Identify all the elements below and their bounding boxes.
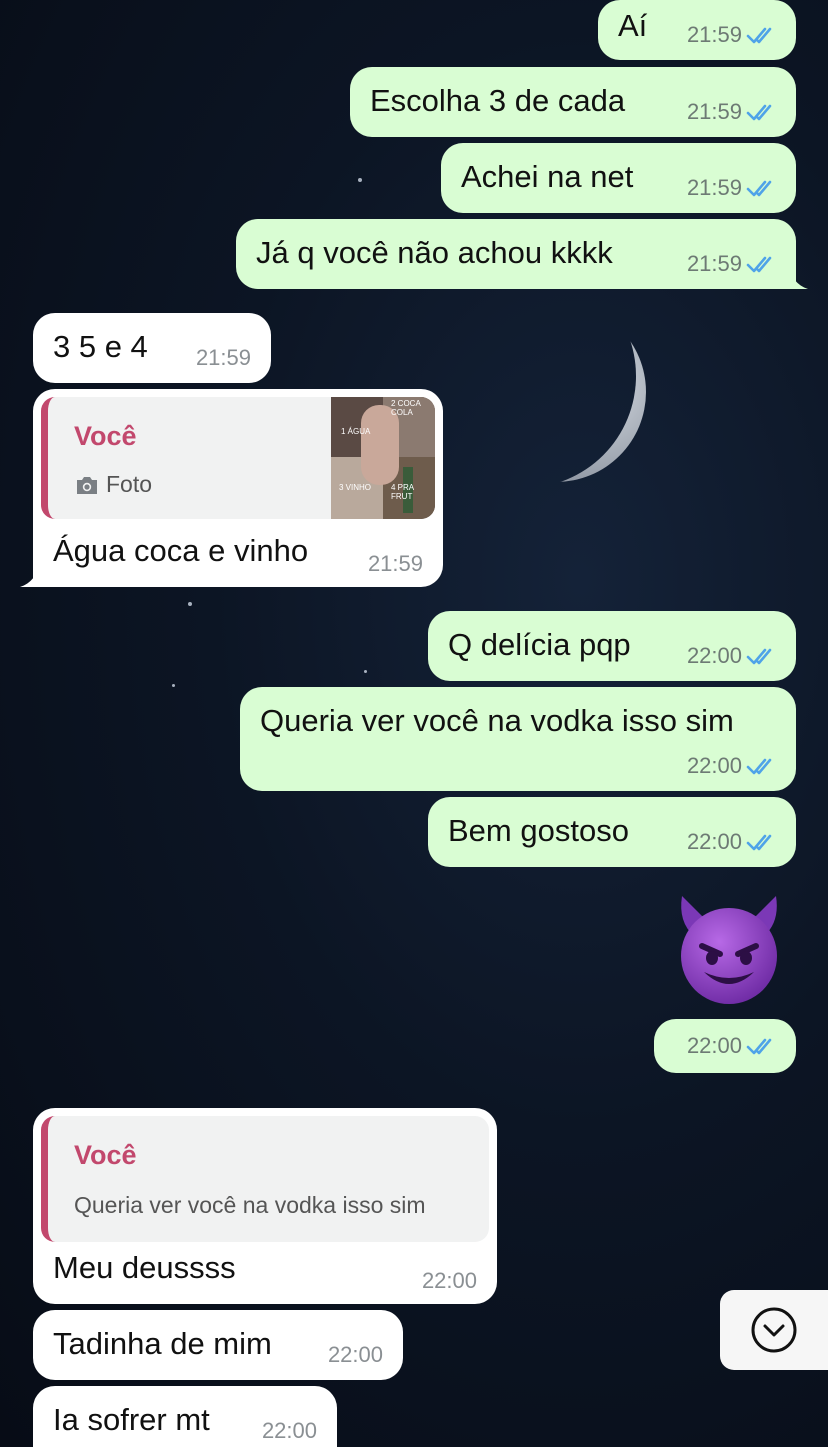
- star: [364, 670, 367, 673]
- message-bubble-outgoing-meta[interactable]: 22:00: [654, 1019, 796, 1073]
- double-check-read-icon: [746, 758, 772, 775]
- message-meta: 22:00: [262, 1418, 317, 1444]
- camera-icon: [77, 476, 97, 494]
- message-bubble-incoming-reply[interactable]: Você Foto 2 COCA COLA 1 ÁGUA 3 VINHO 4 P…: [33, 389, 443, 587]
- message-text: Tadinha de mim: [53, 1326, 272, 1361]
- thumb-label: 2 COCA COLA: [391, 399, 421, 417]
- message-bubble-incoming[interactable]: Ia sofrer mt 22:00: [33, 1386, 337, 1447]
- message-time: 22:00: [686, 829, 742, 854]
- message-meta: 21:59: [687, 99, 776, 125]
- bubble-tail: [788, 264, 808, 289]
- message-text: Ia sofrer mt: [53, 1402, 210, 1437]
- message-time: 22:00: [327, 1342, 383, 1367]
- message-text: 3 5 e 4: [53, 329, 148, 364]
- thumb-label: 4 PRA FRUT: [391, 483, 414, 501]
- message-text: Escolha 3 de cada: [370, 83, 626, 118]
- quoted-message[interactable]: Você Foto 2 COCA COLA 1 ÁGUA 3 VINHO 4 P…: [41, 397, 435, 519]
- message-bubble-outgoing[interactable]: Aí 21:59: [598, 0, 796, 60]
- thumb-label: 1 ÁGUA: [341, 427, 371, 436]
- quote-type-label: Foto: [106, 471, 153, 497]
- quote-body: Queria ver você na vodka isso sim: [74, 1192, 426, 1218]
- message-time: 22:00: [686, 753, 742, 778]
- star: [188, 602, 192, 606]
- message-text: Achei na net: [461, 159, 634, 194]
- message-bubble-incoming[interactable]: Tadinha de mim 22:00: [33, 1310, 403, 1380]
- quoted-message[interactable]: Você Queria ver você na vodka isso sim: [41, 1116, 489, 1242]
- message-text: Queria ver você na vodka isso sim: [260, 703, 734, 738]
- quote-author: Você: [74, 1140, 137, 1170]
- star: [172, 684, 175, 687]
- message-bubble-outgoing[interactable]: Achei na net 21:59: [441, 143, 796, 213]
- bubble-tail: [20, 562, 40, 587]
- message-meta: 22:00: [687, 753, 776, 779]
- message-meta: 22:00: [328, 1342, 383, 1368]
- message-bubble-incoming-reply[interactable]: Você Queria ver você na vodka isso sim M…: [33, 1108, 497, 1304]
- double-check-read-icon: [746, 256, 772, 273]
- double-check-read-icon: [746, 180, 772, 197]
- message-bubble-outgoing[interactable]: Q delícia pqp 22:00: [428, 611, 796, 681]
- star: [358, 178, 362, 182]
- double-check-read-icon: [746, 648, 772, 665]
- chevron-down-circle-icon: [751, 1307, 797, 1353]
- message-bubble-outgoing[interactable]: Bem gostoso 22:00: [428, 797, 796, 867]
- message-meta: 22:00: [687, 829, 776, 855]
- message-bubble-incoming[interactable]: 3 5 e 4 21:59: [33, 313, 271, 383]
- double-check-read-icon: [746, 834, 772, 851]
- double-check-read-icon: [746, 104, 772, 121]
- message-text: Já q você não achou kkkk: [256, 235, 613, 270]
- message-time: 22:00: [421, 1268, 477, 1293]
- message-meta: 21:59: [687, 175, 776, 201]
- message-time: 21:59: [686, 175, 742, 200]
- message-meta: 22:00: [422, 1268, 477, 1294]
- message-time: 21:59: [686, 99, 742, 124]
- message-time: 21:59: [686, 22, 742, 47]
- quote-body: Foto: [74, 471, 152, 498]
- photo-thumbnail: 2 COCA COLA 1 ÁGUA 3 VINHO 4 PRA FRUT: [331, 397, 435, 519]
- message-meta: 21:59: [368, 551, 423, 577]
- message-meta: 21:59: [687, 251, 776, 277]
- message-text: Bem gostoso: [448, 813, 629, 848]
- message-meta: 21:59: [196, 345, 251, 371]
- crescent-moon: [486, 302, 646, 482]
- message-meta: 21:59: [687, 22, 776, 48]
- message-bubble-outgoing[interactable]: Queria ver você na vodka isso sim 22:00: [240, 687, 796, 791]
- message-time: 22:00: [686, 643, 742, 668]
- double-check-read-icon: [746, 1038, 772, 1055]
- message-bubble-outgoing[interactable]: Escolha 3 de cada 21:59: [350, 67, 796, 137]
- message-time: 21:59: [367, 551, 423, 576]
- thumb-label: 3 VINHO: [339, 483, 372, 492]
- message-text: Q delícia pqp: [448, 627, 631, 662]
- message-time: 21:59: [195, 345, 251, 370]
- message-time: 21:59: [686, 251, 742, 276]
- message-bubble-outgoing[interactable]: Já q você não achou kkkk 21:59: [236, 219, 796, 289]
- message-time: 22:00: [686, 1033, 742, 1058]
- scroll-to-bottom-button[interactable]: [720, 1290, 828, 1370]
- message-text: Meu deussss: [53, 1250, 236, 1285]
- emoji-message[interactable]: 😈: [666, 892, 792, 1008]
- quote-author: Você: [74, 421, 137, 451]
- message-text: Água coca e vinho: [53, 533, 309, 568]
- message-meta: 22:00: [687, 643, 776, 669]
- message-meta: 22:00: [687, 1033, 776, 1059]
- message-text: Aí: [618, 8, 648, 43]
- double-check-read-icon: [746, 27, 772, 44]
- message-time: 22:00: [261, 1418, 317, 1443]
